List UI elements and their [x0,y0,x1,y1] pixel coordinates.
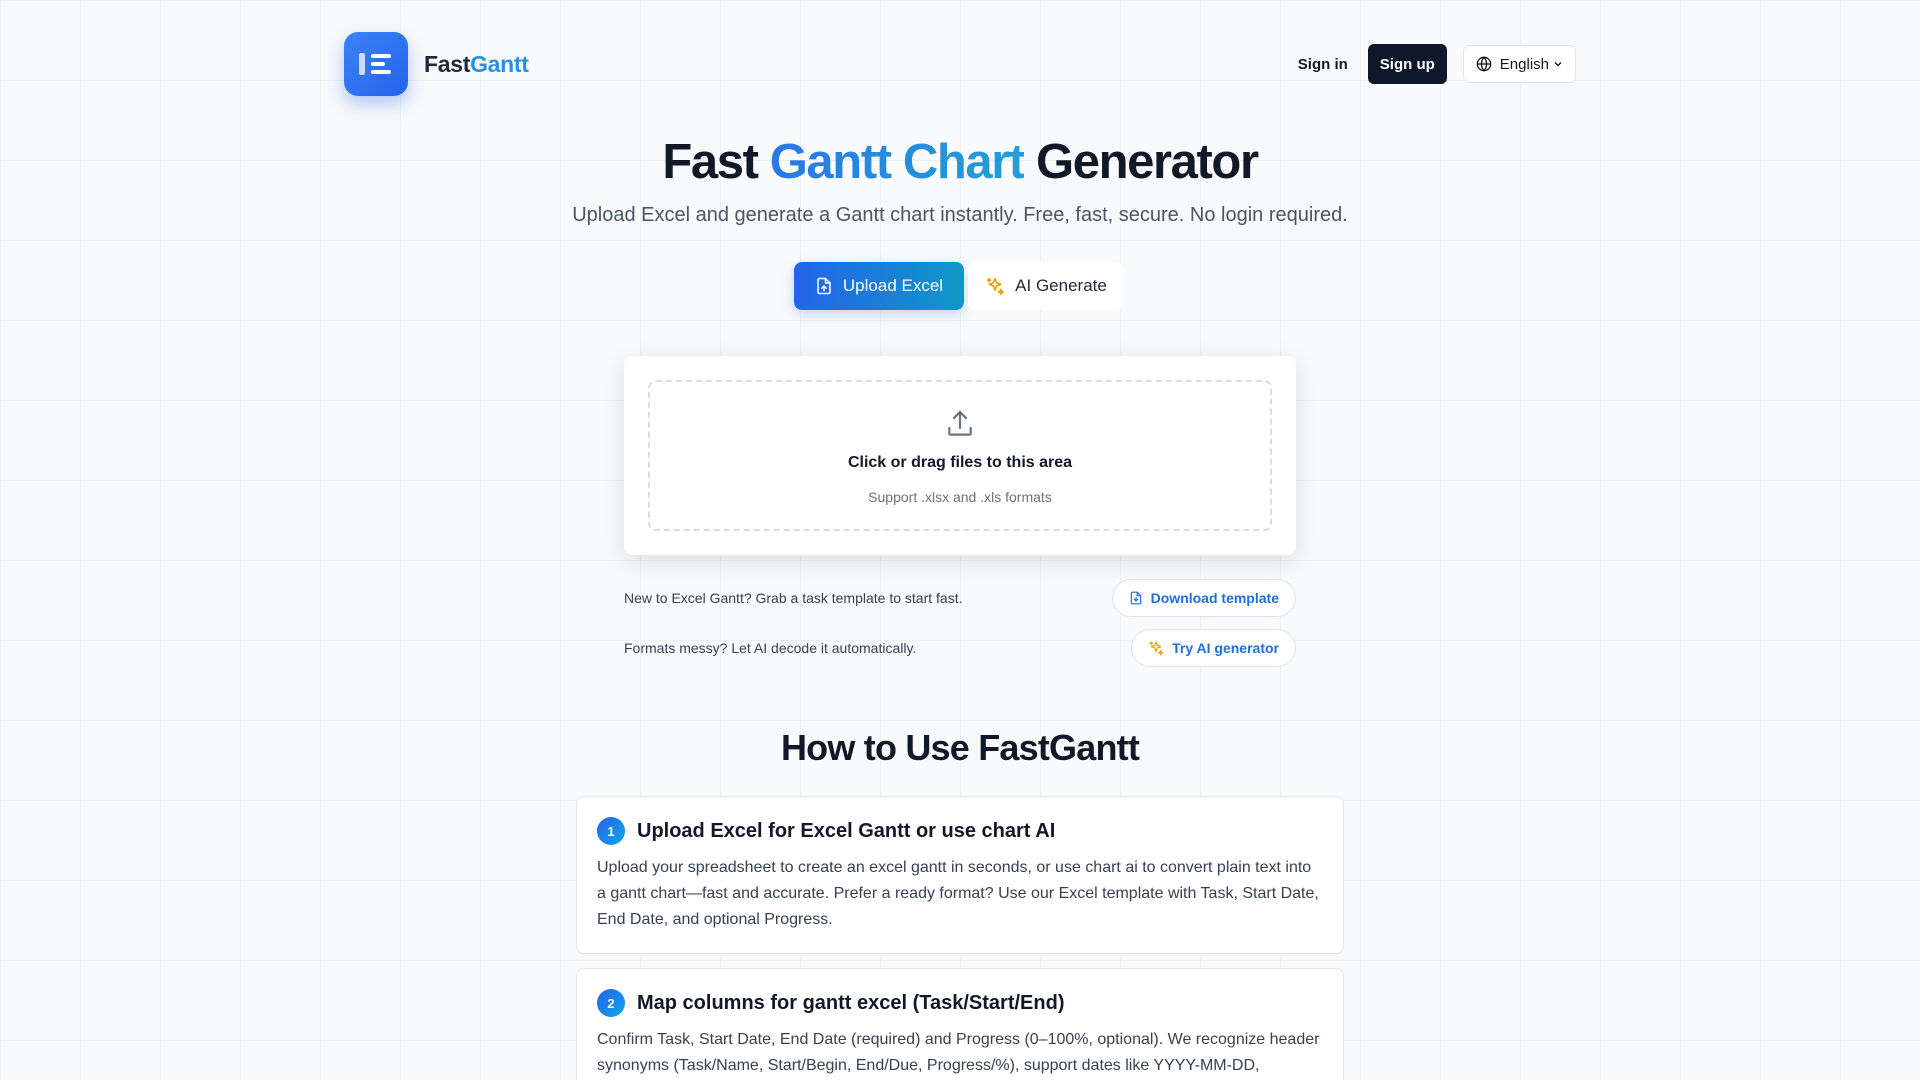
upload-icon [948,410,972,436]
sparkles-icon [1149,641,1164,656]
ai-helper-text: Formats messy? Let AI decode it automati… [624,640,917,656]
step-description: Upload your spreadsheet to create an exc… [597,859,1319,928]
step-title: Upload Excel for Excel Gantt or use char… [637,819,1056,842]
step-card: 1 Upload Excel for Excel Gantt or use ch… [576,796,1344,954]
template-helper-row: New to Excel Gantt? Grab a task template… [624,579,1296,617]
try-ai-generator-button[interactable]: Try AI generator [1131,629,1296,667]
mode-tabs: Upload Excel AI Generate [794,262,1124,310]
step-header: 1 Upload Excel for Excel Gantt or use ch… [597,817,1323,845]
dropzone-hint: Support .xlsx and .xls formats [868,489,1052,505]
language-select[interactable]: English [1462,45,1576,83]
step-card: 2 Map columns for gantt excel (Task/Star… [576,968,1344,1080]
sign-in-button[interactable]: Sign in [1286,46,1360,83]
language-label: English [1499,55,1549,73]
file-dropzone[interactable]: Click or drag files to this area Support… [648,380,1272,531]
step-number: 1 [597,817,625,845]
chevron-down-icon [1554,62,1562,67]
step-title: Map columns for gantt excel (Task/Start/… [637,991,1065,1014]
header-actions: Sign in Sign up English [1286,44,1576,84]
gantt-logo-icon [344,32,408,96]
sign-up-button[interactable]: Sign up [1367,44,1447,84]
dropzone-title: Click or drag files to this area [847,454,1073,471]
globe-icon [1476,56,1492,72]
brand-name: FastGantt [424,50,529,77]
file-upload-icon [817,277,831,295]
site-header: FastGantt Sign in Sign up English [344,32,1576,96]
how-to-title: How to Use FastGantt [780,727,1140,768]
step-description: Confirm Task, Start Date, End Date (requ… [597,1031,1320,1074]
step-number: 2 [597,989,625,1017]
template-helper-text: New to Excel Gantt? Grab a task template… [624,590,963,606]
page-title: Fast Gantt Chart Generator [662,135,1259,189]
upload-card: Click or drag files to this area Support… [624,356,1296,555]
file-download-icon [1130,591,1141,605]
sparkles-icon [986,277,1005,296]
download-template-button[interactable]: Download template [1111,579,1296,617]
tab-ai-generate[interactable]: AI Generate [968,262,1124,310]
tab-upload-excel[interactable]: Upload Excel [794,262,964,310]
step-header: 2 Map columns for gantt excel (Task/Star… [597,989,1323,1017]
ai-helper-row: Formats messy? Let AI decode it automati… [624,629,1296,667]
brand-logo[interactable]: FastGantt [344,32,529,96]
page-subtitle: Upload Excel and generate a Gantt chart … [572,204,1348,226]
